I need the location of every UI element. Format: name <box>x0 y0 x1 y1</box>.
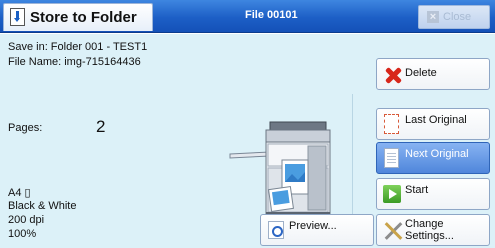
close-icon: × <box>427 11 439 23</box>
change-settings-button-label: Change Settings... <box>405 218 454 242</box>
close-button[interactable]: × Close <box>418 5 490 29</box>
delete-button[interactable]: Delete <box>376 58 490 90</box>
tools-icon <box>383 221 403 241</box>
multifunction-printer-icon <box>229 121 331 216</box>
resolution-text: 200 dpi <box>8 214 45 226</box>
change-settings-button[interactable]: Change Settings... <box>376 214 490 246</box>
start-button-label: Start <box>405 184 429 196</box>
change-settings-line1: Change <box>405 218 444 230</box>
page-title: Store to Folder <box>30 9 137 26</box>
file-name-text: File Name: img-715164436 <box>8 56 141 68</box>
save-in-text: Save in: Folder 001 - TEST1 <box>8 41 148 53</box>
next-original-button[interactable]: Next Original <box>376 142 490 174</box>
close-button-label: Close <box>443 11 472 23</box>
last-original-button-label: Last Original <box>405 114 467 126</box>
page-icon <box>384 148 399 168</box>
pages-count: 2 <box>96 117 106 136</box>
change-settings-line2: Settings... <box>405 230 454 242</box>
document-download-icon <box>10 8 25 26</box>
last-original-button[interactable]: Last Original <box>376 108 490 140</box>
preview-button-label: Preview... <box>289 220 337 232</box>
color-mode-text: Black & White <box>8 200 77 212</box>
title-tab: Store to Folder <box>3 3 153 31</box>
preview-button[interactable]: Preview... <box>260 214 374 246</box>
title-bar: Store to Folder File 00101 × Close <box>0 0 495 33</box>
pages-label: Pages: <box>8 122 43 134</box>
paper-size-text: A4 ▯ <box>8 187 31 199</box>
start-icon <box>383 185 401 203</box>
scale-text: 100% <box>8 228 37 240</box>
main-panel: Save in: Folder 001 - TEST1 File Name: i… <box>0 34 495 248</box>
preview-icon <box>268 221 284 239</box>
delete-button-label: Delete <box>405 67 437 79</box>
file-label: File 00101 <box>245 9 298 21</box>
next-original-button-label: Next Original <box>405 148 469 160</box>
page-icon <box>384 114 399 134</box>
start-button[interactable]: Start <box>376 178 490 210</box>
red-x-icon <box>384 66 402 84</box>
